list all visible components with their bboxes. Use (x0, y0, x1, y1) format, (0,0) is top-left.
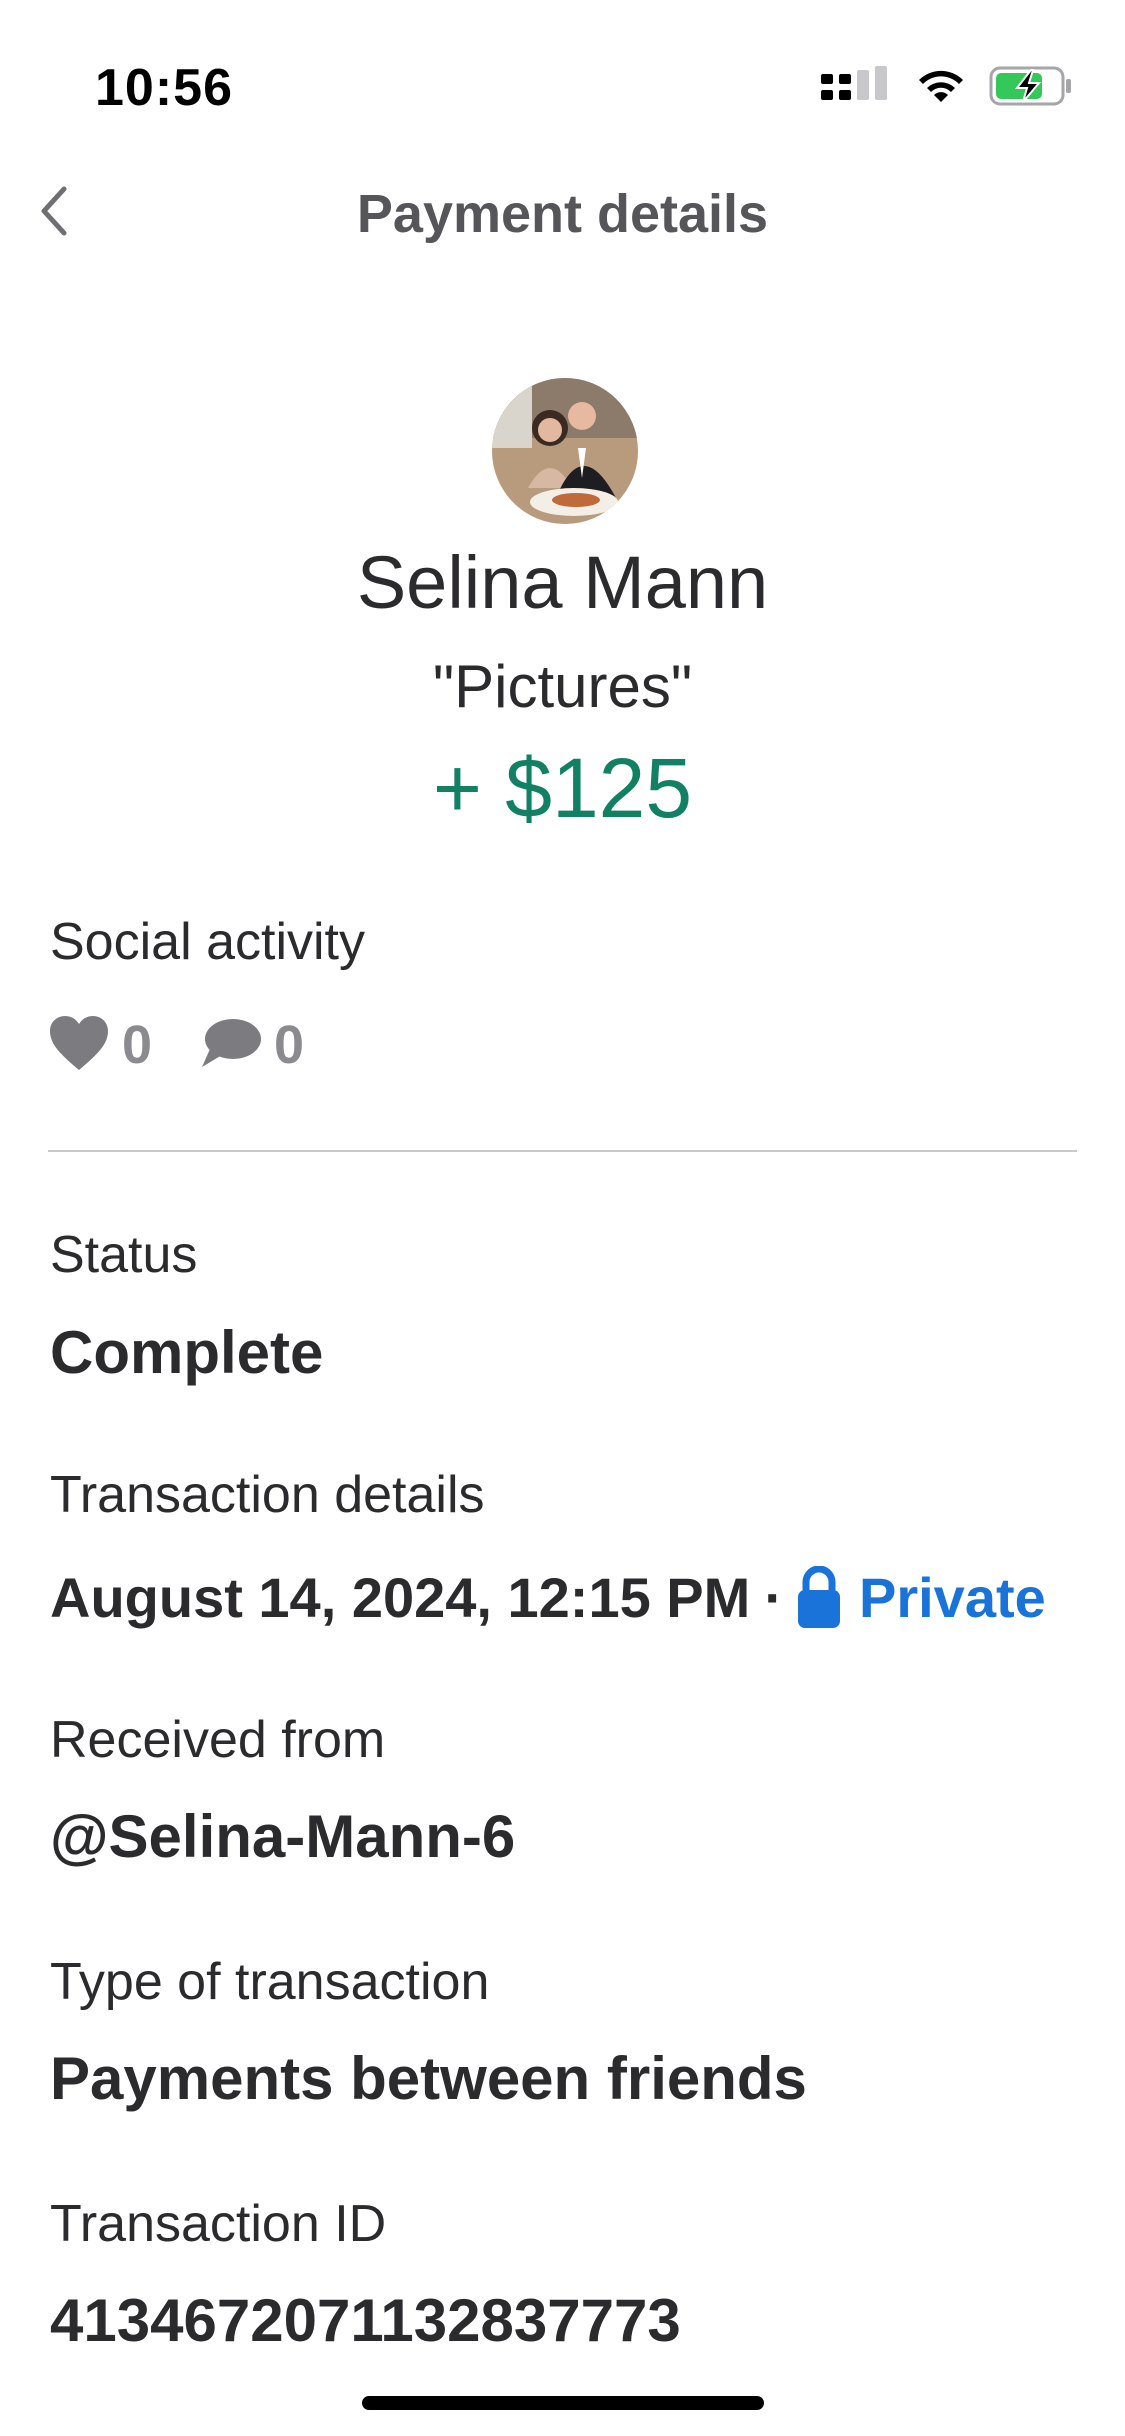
page-title: Payment details (356, 184, 769, 244)
status-value: Complete (50, 1319, 324, 1386)
privacy-label: Private (858, 1566, 1046, 1629)
status-bar-icons (821, 66, 1073, 111)
transaction-details-label: Transaction details (50, 1466, 485, 1524)
transaction-type-label: Type of transaction (50, 1953, 490, 2011)
transaction-datetime: August 14, 2024, 12:15 PM (50, 1566, 751, 1629)
comment-count: 0 (274, 1015, 305, 1075)
received-from-label: Received from (50, 1711, 386, 1769)
home-indicator[interactable] (362, 2396, 764, 2410)
privacy-setting-button[interactable]: Private (797, 1565, 1046, 1630)
status-label: Status (50, 1226, 198, 1284)
comment-button[interactable]: 0 (200, 1014, 304, 1076)
cellular-signal-icon (821, 66, 893, 111)
payment-note: "Pictures" (432, 653, 693, 720)
transaction-id-label: Transaction ID (50, 2195, 387, 2253)
section-divider (48, 1150, 1077, 1152)
like-button[interactable]: 0 (48, 1014, 152, 1077)
payment-amount: + $125 (432, 741, 693, 835)
social-activity-label: Social activity (50, 913, 365, 971)
social-activity-row: 0 0 (48, 1010, 304, 1080)
status-bar-time: 10:56 (95, 59, 233, 117)
battery-charging-icon (989, 66, 1073, 111)
transaction-id-value: 4134672071132837773 (50, 2287, 681, 2354)
wifi-icon (915, 66, 967, 111)
transaction-details-row: August 14, 2024, 12:15 PM · Private (50, 1565, 1046, 1630)
person-name: Selina Mann (356, 541, 769, 624)
separator-dot: · (764, 1566, 783, 1629)
received-from-value[interactable]: @Selina-Mann-6 (50, 1802, 515, 1871)
lock-icon (797, 1565, 841, 1630)
avatar[interactable] (492, 378, 638, 524)
comment-bubble-icon (200, 1015, 262, 1076)
heart-icon (48, 1014, 110, 1077)
transaction-type-value: Payments between friends (50, 2045, 807, 2112)
like-count: 0 (122, 1015, 153, 1075)
